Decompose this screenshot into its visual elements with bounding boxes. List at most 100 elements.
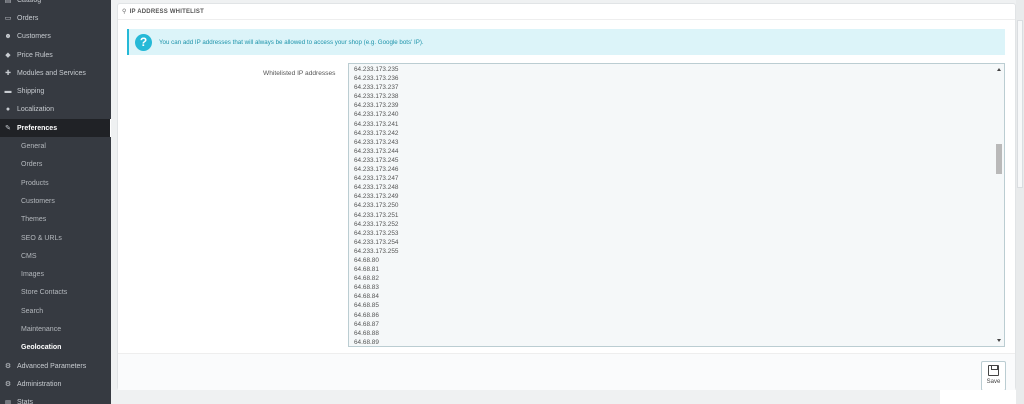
catalog-icon: ▤ xyxy=(4,0,12,5)
ip-entry: 64.233.173.249 xyxy=(354,193,399,201)
ip-entry: 64.233.173.247 xyxy=(354,175,399,183)
sidebar-item-label: Customers xyxy=(21,197,55,205)
sidebar-item-label: Orders xyxy=(21,161,43,169)
sidebar-item-label: Themes xyxy=(21,216,47,224)
whitelist-textarea[interactable]: 64.233.173.235 64.233.173.236 64.233.173.2… xyxy=(348,63,1005,347)
ip-entry: 64.233.173.246 xyxy=(354,166,399,174)
sidebar: ▤ Catalog ▭ Orders ☻ Customers ◆ Price Rules ✚ Mo… xyxy=(0,0,111,404)
sidebar-item-label: Orders xyxy=(17,14,39,22)
ip-entry: 64.68.83 xyxy=(354,284,379,292)
question-icon: ? xyxy=(135,33,152,51)
ip-entry: 64.233.173.245 xyxy=(354,156,399,164)
price-tag-icon: ◆ xyxy=(5,52,11,60)
sidebar-item-general[interactable]: General xyxy=(0,137,111,155)
ip-entry: 64.233.173.240 xyxy=(354,111,399,119)
truck-icon: ▬ xyxy=(4,88,12,96)
bar-chart-icon: ▥ xyxy=(4,399,12,404)
sidebar-item-orders[interactable]: ▭ Orders xyxy=(0,9,111,27)
ip-entry: 64.233.173.250 xyxy=(354,202,399,210)
ip-entry: 64.233.173.237 xyxy=(354,84,399,92)
sidebar-item-label: SEO & URLs xyxy=(21,234,62,242)
scroll-down-icon[interactable] xyxy=(997,339,1001,342)
sidebar-item-label: CMS xyxy=(21,252,37,260)
ip-entry: 64.233.173.254 xyxy=(354,238,399,246)
page-scrollbar[interactable] xyxy=(1016,0,1024,404)
sidebar-item-cms[interactable]: CMS xyxy=(0,247,111,265)
ip-entry: 64.233.173.239 xyxy=(354,102,399,110)
sidebar-item-label: Geolocation xyxy=(21,344,62,352)
sidebar-item-orders[interactable]: Orders xyxy=(0,156,111,174)
sidebar-item-geolocation[interactable]: Geolocation xyxy=(0,339,111,357)
sidebar-item-label: Shipping xyxy=(17,88,45,96)
ip-entry: 64.68.88 xyxy=(354,329,379,337)
scroll-up-icon[interactable] xyxy=(997,68,1001,71)
ip-entry: 64.233.173.238 xyxy=(354,93,399,101)
ip-entry: 64.68.89 xyxy=(354,338,379,346)
sidebar-item-label: Advanced Parameters xyxy=(17,362,87,370)
sidebar-item-maintenance[interactable]: Maintenance xyxy=(0,320,111,338)
sidebar-item-customers[interactable]: Customers xyxy=(0,192,111,210)
sidebar-item-shipping[interactable]: ▬ Shipping xyxy=(0,82,111,100)
sidebar-item-themes[interactable]: Themes xyxy=(0,211,111,229)
page-scrollbar-thumb[interactable] xyxy=(1017,20,1023,188)
panel-heading: ⚲ IP ADDRESS WHITELIST xyxy=(118,4,1015,20)
sidebar-item-label: Store Contacts xyxy=(21,289,68,297)
sidebar-item-products[interactable]: Products xyxy=(0,174,111,192)
scrollbar-thumb[interactable] xyxy=(996,144,1002,174)
sidebar-item-catalog[interactable]: ▤ Catalog xyxy=(0,0,111,9)
ip-entry: 64.233.173.244 xyxy=(354,147,399,155)
sidebar-item-label: Price Rules xyxy=(17,51,53,59)
orders-icon: ▭ xyxy=(4,15,12,23)
globe-icon: ● xyxy=(5,106,11,114)
floppy-disk-icon xyxy=(988,365,999,376)
puzzle-icon: ✚ xyxy=(5,70,11,78)
sidebar-item-search[interactable]: Search xyxy=(0,302,111,320)
save-button[interactable]: Save xyxy=(981,361,1006,391)
ip-entry: 64.68.85 xyxy=(354,302,379,310)
ip-entry: 64.68.86 xyxy=(354,311,379,319)
cogs-icon: ⚙ xyxy=(4,363,12,371)
sidebar-menu: ▤ Catalog ▭ Orders ☻ Customers ◆ Price Rules ✚ Mo… xyxy=(0,0,111,404)
ip-entry: 64.233.173.248 xyxy=(354,184,399,192)
sidebar-item-label: Search xyxy=(21,307,44,315)
sidebar-item-label: Catalog xyxy=(17,0,42,4)
alert-text: You can add IP addresses that will alway… xyxy=(159,38,424,46)
sidebar-item-price-rules[interactable]: ◆ Price Rules xyxy=(0,46,111,64)
sidebar-item-label: Administration xyxy=(17,380,62,388)
sidebar-item-label: Modules and Services xyxy=(17,69,86,77)
ip-entry: 64.233.173.242 xyxy=(354,129,399,137)
sidebar-item-label: Products xyxy=(21,179,49,187)
sitemap-icon: ⚲ xyxy=(122,9,127,15)
sidebar-item-label: Images xyxy=(21,271,44,279)
sidebar-item-customers[interactable]: ☻ Customers xyxy=(0,28,111,46)
save-label: Save xyxy=(986,379,1001,385)
sidebar-item-label: Customers xyxy=(17,33,51,41)
info-alert: ? You can add IP addresses that will alw… xyxy=(127,29,1005,55)
whitelist-label: Whitelisted IP addresses xyxy=(263,70,336,77)
sidebar-item-store-contacts[interactable]: Store Contacts xyxy=(0,284,111,302)
panel-title: IP ADDRESS WHITELIST xyxy=(129,8,204,15)
textarea-scrollbar[interactable] xyxy=(995,64,1004,346)
sidebar-item-seo-urls[interactable]: SEO & URLs xyxy=(0,229,111,247)
sidebar-item-images[interactable]: Images xyxy=(0,265,111,283)
ip-entry: 64.233.173.255 xyxy=(354,247,399,255)
ip-entry: 64.233.173.251 xyxy=(354,211,399,219)
sidebar-item-administration[interactable]: ⚙ Administration xyxy=(0,375,111,393)
sidebar-item-stats[interactable]: ▥ Stats xyxy=(0,394,111,404)
sidebar-item-preferences[interactable]: ✎ Preferences xyxy=(0,119,111,138)
sidebar-item-modules-and-services[interactable]: ✚ Modules and Services xyxy=(0,64,111,82)
gear-icon: ⚙ xyxy=(4,381,12,389)
ip-entry: 64.233.173.235 xyxy=(354,66,399,73)
wrench-icon: ✎ xyxy=(5,125,11,133)
customers-icon: ☻ xyxy=(4,33,12,41)
ip-entry: 64.233.173.243 xyxy=(354,138,399,146)
panel-footer: Save xyxy=(118,353,1015,391)
ip-entry: 64.233.173.241 xyxy=(354,120,399,128)
sidebar-item-label: Preferences xyxy=(17,124,58,132)
ip-entry: 64.233.173.236 xyxy=(354,75,399,83)
sidebar-item-advanced-parameters[interactable]: ⚙ Advanced Parameters xyxy=(0,357,111,375)
sidebar-item-localization[interactable]: ● Localization xyxy=(0,101,111,119)
ip-entry: 64.233.173.252 xyxy=(354,220,399,228)
ip-entry: 64.68.80 xyxy=(354,256,379,264)
ip-entry: 64.68.82 xyxy=(354,275,379,283)
